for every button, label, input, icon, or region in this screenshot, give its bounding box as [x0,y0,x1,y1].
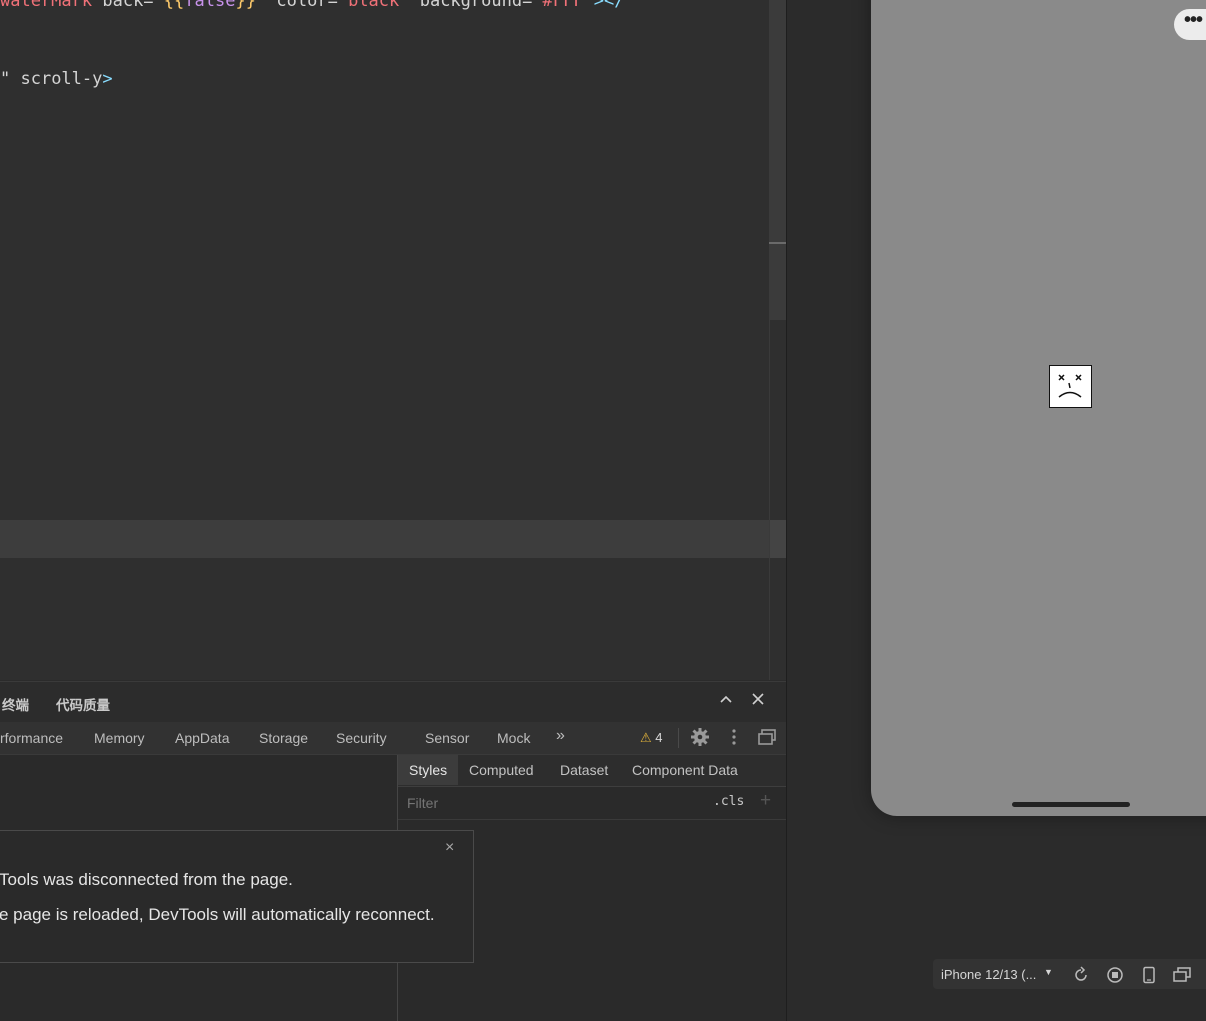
tab-computed[interactable]: Computed [469,762,534,778]
window-icon[interactable] [1172,966,1192,989]
undock-icon[interactable] [757,727,777,752]
filter-input[interactable] [398,789,711,817]
stop-icon[interactable] [1106,966,1124,989]
tab-appdata[interactable]: AppData [175,730,229,746]
toast-close-button[interactable]: × [445,839,454,857]
tab-storage[interactable]: Storage [259,730,308,746]
broken-page-icon [1049,365,1092,408]
code-token: " [0,69,11,89]
code-token-attr: waterMark [0,0,93,11]
tab-memory[interactable]: Memory [94,730,145,746]
warning-counter[interactable]: ⚠ 4 [640,730,663,746]
tab-security[interactable]: Security [336,730,387,746]
tab-mock[interactable]: Mock [497,730,530,746]
phone-icon[interactable] [1140,966,1158,989]
add-rule-button[interactable]: + [760,790,771,812]
chevron-up-icon[interactable] [718,691,734,712]
code-token: }} [235,0,256,11]
devtools-tab-bar: rformance Memory AppData Storage Securit… [0,722,786,755]
disconnect-toast: × Tools was disconnected from the page. … [0,830,474,963]
more-icon[interactable]: ••• [1184,9,1203,32]
tab-terminal[interactable]: 终端 [2,694,29,714]
code-token: scroll-y [10,69,103,89]
warning-icon: ⚠ [640,730,652,745]
code-token-bool: false [184,0,236,11]
code-token: " background=" [399,0,543,11]
rotate-icon[interactable] [1072,966,1090,989]
code-token-string: black [348,0,400,11]
code-line-watermark: waterMark back="{{false}}" color="black"… [0,0,624,11]
code-token: " [583,0,594,11]
code-token: back=" [92,0,164,11]
code-editor[interactable]: waterMark back="{{false}}" color="black"… [0,0,786,680]
code-token-tag: > [102,69,113,89]
bottom-panel-tabs: 终端 代码质量 [0,681,786,723]
home-indicator [1012,802,1130,807]
styles-tab-bar: Styles Computed Dataset Component Data [398,755,786,787]
kebab-menu-icon[interactable] [731,727,737,752]
tab-styles[interactable]: Styles [398,755,459,785]
cls-button[interactable]: .cls [713,794,744,809]
code-token: {{ [163,0,185,11]
tab-performance[interactable]: rformance [0,730,63,746]
more-tabs-button[interactable]: » [556,727,565,745]
caret-down-icon[interactable]: ▼ [1044,967,1053,977]
tab-dataset[interactable]: Dataset [560,762,608,778]
warning-count: 4 [655,730,663,745]
code-token-tag: ></ [593,0,625,11]
tab-sensor[interactable]: Sensor [425,730,469,746]
gear-icon[interactable] [690,727,710,752]
divider [678,728,679,748]
toast-message: Tools was disconnected from the page. [0,870,293,889]
scroll-marker [769,242,786,244]
code-token: " color=" [255,0,349,11]
code-line-scroll: " scroll-y> [0,69,113,89]
phone-screen[interactable] [871,0,1206,816]
device-selector[interactable]: iPhone 12/13 (... [941,967,1036,982]
code-token-hex: #FFF [542,0,584,11]
tab-code-quality[interactable]: 代码质量 [56,694,110,714]
styles-filter-row: .cls + [398,787,786,820]
scrollbar-highlight [770,520,786,558]
editor-scroll-thumb[interactable] [769,0,786,320]
current-line-highlight [0,520,770,558]
close-icon[interactable] [750,691,766,712]
tab-component-data[interactable]: Component Data [632,762,738,778]
toast-message: e page is reloaded, DevTools will automa… [0,905,435,924]
